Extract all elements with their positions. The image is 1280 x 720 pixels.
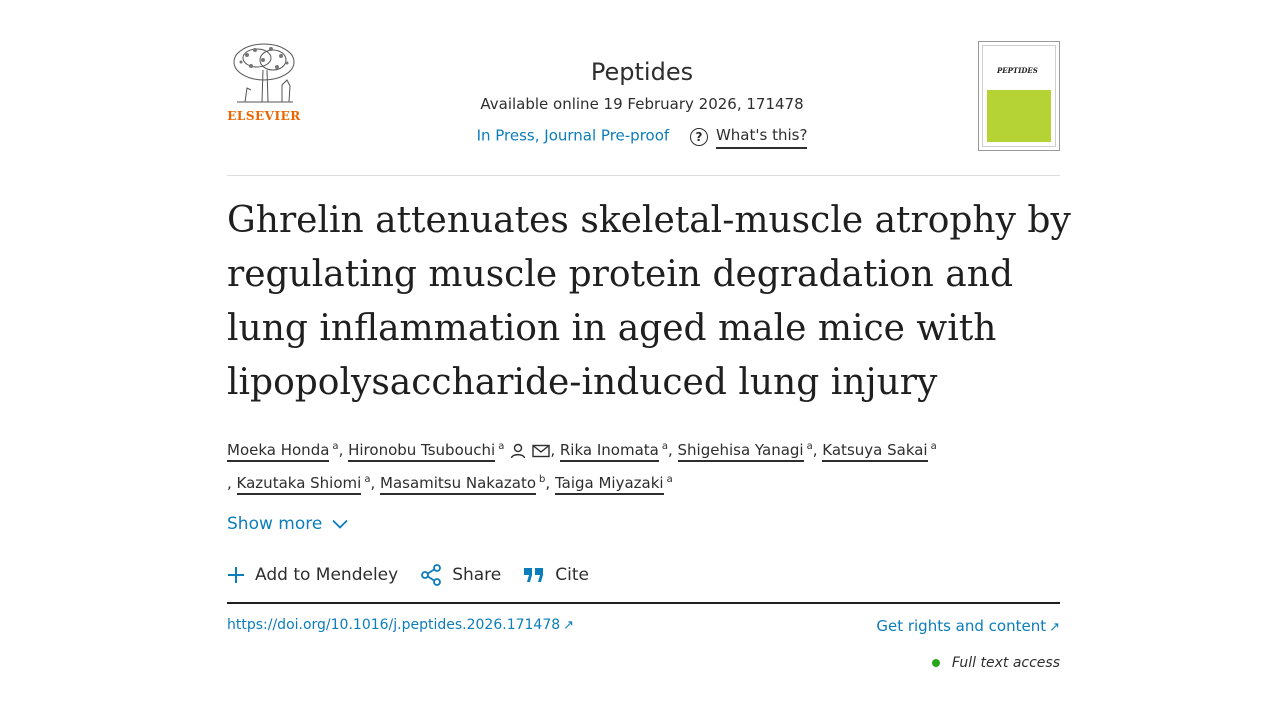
author-link[interactable]: Shigehisa Yanagi a [677,441,813,462]
author-name: Kazutaka Shiomi [236,474,362,495]
access-label: Full text access [951,655,1060,671]
elsevier-logo[interactable]: ELSEVIER [227,40,301,130]
external-link-icon: ↗ [563,618,575,633]
elsevier-tree-icon [233,43,295,103]
show-more-label: Show more [227,514,323,534]
status-row: In Press, Journal Pre-proof ? What's thi… [407,124,877,149]
cover-title: PEPTIDES [997,66,1038,75]
affiliation-marker: a [806,441,813,452]
publisher-name: ELSEVIER [227,109,301,123]
author-list: Moeka Honda a, Hironobu Tsubouchi a, Rika … [227,432,1067,498]
journal-title[interactable]: Peptides [407,56,877,88]
author-name: Taiga Miyazaki [554,474,664,495]
show-more-button[interactable]: Show more [227,514,348,534]
actions-divider [227,602,1060,604]
author-link[interactable]: Masamitsu Nakazato b [380,474,546,495]
person-icon [511,443,526,458]
share-icon [421,564,442,586]
add-to-mendeley-button[interactable]: Add to Mendeley [227,565,398,585]
affiliation-marker: a [930,441,937,452]
doi-text: https://doi.org/10.1016/j.peptides.2026.… [227,617,561,633]
question-icon: ? [689,127,708,146]
author-name: Hironobu Tsubouchi [348,441,496,462]
author-link[interactable]: Moeka Honda a [227,441,339,462]
rights-text: Get rights and content [876,617,1047,635]
mendeley-label: Add to Mendeley [255,565,399,585]
availability-text: Available online 19 February 2026, 17147… [480,95,804,113]
journal-cover[interactable]: PEPTIDES [978,41,1060,151]
plus-icon [228,567,244,583]
author-name: Masamitsu Nakazato [380,474,537,495]
author-link[interactable]: Kazutaka Shiomi a [236,474,371,495]
in-press-link[interactable]: In Press, Journal Pre-proof [477,127,670,145]
whats-this-button[interactable]: ? What's this? [689,124,808,149]
article-actions: Add to Mendeley Share Cite [227,564,611,586]
access-status: Full text access [931,655,1060,671]
affiliation-marker: a [661,441,668,452]
author-link[interactable]: Taiga Miyazaki a [554,474,673,495]
affiliation-marker: a [666,474,673,485]
rights-link[interactable]: Get rights and content ↗ [876,617,1060,635]
author-name: Katsuya Sakai [822,441,928,462]
header-divider [227,175,1060,176]
affiliation-marker: b [539,474,546,485]
mail-icon [532,444,551,457]
author-name: Moeka Honda [227,441,330,462]
cite-label: Cite [555,565,589,585]
affiliation-marker: a [498,441,505,452]
affiliation-marker: a [332,441,339,452]
doi-link[interactable]: https://doi.org/10.1016/j.peptides.2026.… [227,617,574,633]
article-header: ELSEVIER Peptides Available online 19 Fe… [227,40,1060,176]
cover-green-block [987,90,1051,142]
journal-info: Peptides Available online 19 February 20… [407,56,877,149]
author-link[interactable]: Hironobu Tsubouchi a [348,441,551,462]
article-title: Ghrelin attenuates skeletal-muscle atrop… [227,200,1071,403]
cite-button[interactable]: Cite [523,565,589,585]
external-link-icon: ↗ [1049,620,1060,635]
chevron-down-icon [332,519,348,529]
cover-image: PEPTIDES [982,45,1056,147]
share-button[interactable]: Share [420,564,501,586]
author-name: Rika Inomata [559,441,659,462]
author-name: Shigehisa Yanagi [677,441,804,462]
affiliation-marker: a [364,474,371,485]
author-link[interactable]: Rika Inomata a [559,441,668,462]
quote-icon [524,568,544,582]
author-link[interactable]: Katsuya Sakai a [822,441,937,462]
whats-this-label: What's this? [715,124,808,149]
access-dot-icon [931,659,940,667]
share-label: Share [452,565,502,585]
